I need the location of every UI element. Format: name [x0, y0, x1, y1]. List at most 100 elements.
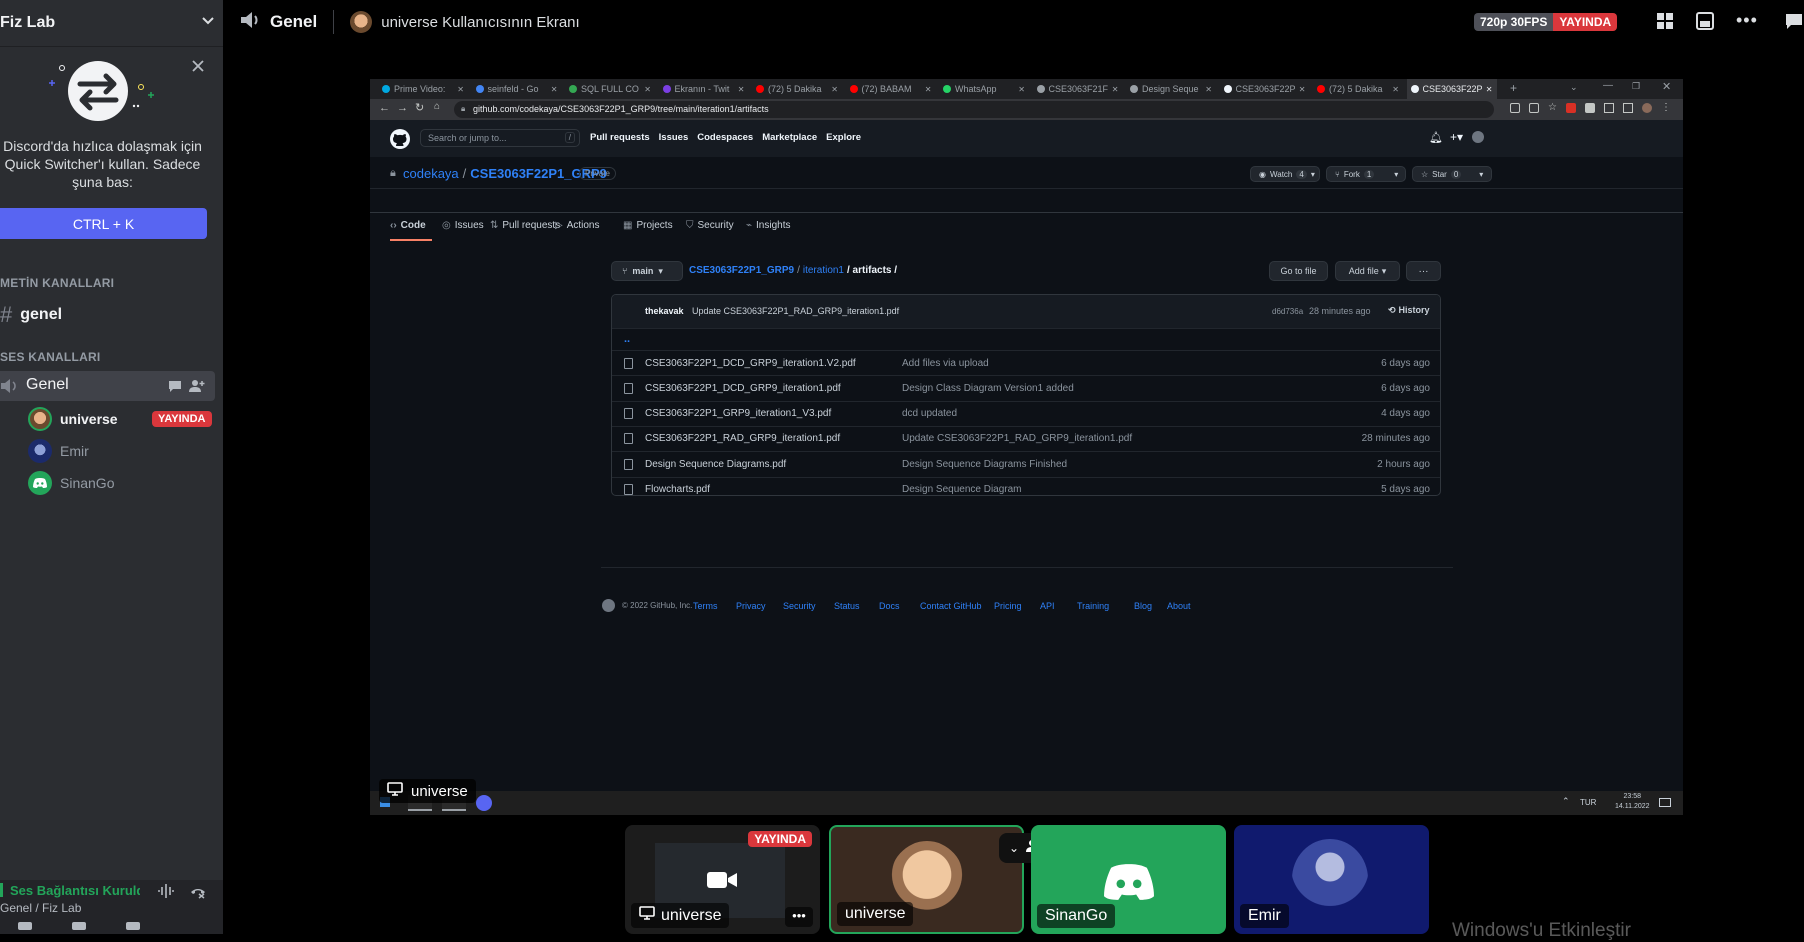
commit-author[interactable]: thekavak: [645, 306, 684, 316]
tab-close-icon[interactable]: ✕: [1112, 85, 1119, 94]
github-logo-icon[interactable]: [602, 599, 615, 612]
extension-icon[interactable]: [1510, 103, 1520, 113]
language-indicator[interactable]: TUR: [1580, 798, 1596, 807]
server-header[interactable]: Fiz Lab: [0, 0, 223, 47]
restore-icon[interactable]: ❐: [1632, 81, 1640, 92]
tab-close-icon[interactable]: ✕: [551, 85, 558, 94]
tab-close-icon[interactable]: ✕: [1392, 85, 1399, 94]
participant-tile-universe[interactable]: universe: [829, 825, 1024, 934]
voice-channels-header[interactable]: SES KANALLARI: [0, 350, 100, 364]
new-tab-icon[interactable]: +: [1510, 81, 1517, 95]
tray-chevron-icon[interactable]: ⌃: [1562, 796, 1570, 807]
tab-close-icon[interactable]: ✕: [831, 85, 838, 94]
table-row[interactable]: CSE3063F22P1_RAD_GRP9_iteration1.pdf Upda…: [612, 425, 1440, 451]
browser-tab[interactable]: SQL FULL CO ✕: [565, 79, 655, 99]
share-icon[interactable]: [1529, 103, 1539, 113]
footer-link-pricing[interactable]: Pricing: [994, 601, 1022, 611]
grid-layout-icon[interactable]: [1656, 12, 1674, 35]
browser-tab[interactable]: CSE3063F21F ✕: [1033, 79, 1123, 99]
footer-link-status[interactable]: Status: [834, 601, 860, 611]
star-button[interactable]: ☆ Star 0 ▾: [1412, 166, 1492, 182]
activity-icon[interactable]: [126, 922, 140, 930]
disconnect-icon[interactable]: [189, 883, 207, 904]
github-nav-codespaces[interactable]: Codespaces: [697, 132, 753, 143]
github-logo-icon[interactable]: [390, 129, 410, 149]
file-name[interactable]: Flowcharts.pdf: [645, 484, 710, 495]
file-name[interactable]: CSE3063F22P1_DCD_GRP9_iteration1.pdf: [645, 383, 841, 394]
table-row[interactable]: CSE3063F22P1_GRP9_iteration1_V3.pdf dcd u…: [612, 400, 1440, 426]
shared-screen[interactable]: Prime Video: ✕ seinfeld - Go ✕ SQL FULL CO ✕ E…: [370, 79, 1683, 815]
voice-member-sinango[interactable]: SinanGo: [28, 471, 114, 495]
browser-tab[interactable]: WhatsApp ✕: [939, 79, 1029, 99]
table-row[interactable]: CSE3063F22P1_DCD_GRP9_iteration1.pdf Desi…: [612, 375, 1440, 400]
clock[interactable]: 23:58 14.11.2022: [1615, 792, 1650, 812]
close-icon[interactable]: [190, 58, 206, 79]
file-commit-message[interactable]: Design Class Diagram Version1 added: [902, 383, 1074, 394]
chrome-menu-icon[interactable]: ⋮: [1661, 103, 1671, 113]
browser-tab[interactable]: (72) BABAM ✕: [846, 79, 936, 99]
table-row[interactable]: CSE3063F22P1_DCD_GRP9_iteration1.V2.pdf A…: [612, 350, 1440, 375]
side-panel-icon[interactable]: [1622, 103, 1633, 113]
github-nav-explore[interactable]: Explore: [826, 132, 861, 143]
browser-tab[interactable]: seinfeld - Go ✕: [472, 79, 562, 99]
voice-channel-genel[interactable]: Genel: [0, 371, 215, 401]
github-nav-marketplace[interactable]: Marketplace: [762, 132, 817, 143]
parent-dir-link[interactable]: ..: [624, 333, 630, 345]
file-commit-message[interactable]: Design Sequence Diagrams Finished: [902, 459, 1067, 470]
tab-insights[interactable]: ⌁ Insights: [746, 220, 791, 231]
tab-close-icon[interactable]: ✕: [644, 85, 651, 94]
create-new-icon[interactable]: +▾: [1450, 130, 1463, 144]
file-name[interactable]: CSE3063F22P1_GRP9_iteration1_V3.pdf: [645, 408, 831, 419]
tab-close-icon[interactable]: ✕: [925, 85, 932, 94]
forward-icon[interactable]: →: [397, 102, 408, 114]
tab-actions[interactable]: ▷ Actions: [555, 220, 600, 231]
file-name[interactable]: Design Sequence Diagrams.pdf: [645, 459, 786, 470]
breadcrumb-root[interactable]: CSE3063F22P1_GRP9: [689, 265, 794, 276]
profile-icon[interactable]: [1641, 103, 1652, 113]
extension-icon[interactable]: [1565, 103, 1576, 113]
footer-link-contact-github[interactable]: Contact GitHub: [920, 601, 982, 611]
github-nav-pull-requests[interactable]: Pull requests: [590, 132, 650, 143]
file-name[interactable]: CSE3063F22P1_RAD_GRP9_iteration1.pdf: [645, 433, 840, 444]
channel-genel[interactable]: # genel: [0, 302, 62, 328]
parent-dir-row[interactable]: ..: [612, 328, 1440, 350]
voice-member-universe[interactable]: universe YAYINDA: [28, 407, 212, 431]
screen-share-icon[interactable]: [72, 922, 86, 930]
discord-taskbar-icon[interactable]: [476, 795, 492, 811]
close-window-icon[interactable]: ✕: [1662, 80, 1671, 93]
footer-link-blog[interactable]: Blog: [1134, 601, 1152, 611]
tab-close-icon[interactable]: ✕: [1018, 85, 1025, 94]
tab-close-icon[interactable]: ✕: [1486, 85, 1493, 94]
commit-sha[interactable]: d6d736a: [1272, 307, 1303, 316]
github-nav-issues[interactable]: Issues: [659, 132, 689, 143]
tab-pull-requests[interactable]: ⇅ Pull requests: [490, 220, 560, 231]
browser-tab[interactable]: Design Seque ✕: [1126, 79, 1216, 99]
add-file-button[interactable]: Add file ▾: [1335, 261, 1400, 281]
reading-list-icon[interactable]: [1603, 103, 1614, 113]
noise-suppression-icon[interactable]: [157, 883, 175, 904]
notification-center-icon[interactable]: [1659, 798, 1671, 807]
file-commit-message[interactable]: Add files via upload: [902, 358, 989, 369]
footer-link-training[interactable]: Training: [1077, 601, 1109, 611]
table-row[interactable]: Design Sequence Diagrams.pdf Design Seque…: [612, 451, 1440, 476]
footer-link-api[interactable]: API: [1040, 601, 1055, 611]
tab-search-icon[interactable]: ⌄: [1570, 82, 1578, 93]
branch-selector[interactable]: ⑂ main ▾: [611, 261, 683, 281]
footer-link-docs[interactable]: Docs: [879, 601, 900, 611]
breadcrumb-dir[interactable]: iteration1: [803, 265, 844, 276]
back-icon[interactable]: ←: [379, 102, 390, 114]
browser-tab[interactable]: CSE3063F22P ✕: [1220, 79, 1310, 99]
browser-tab[interactable]: Prime Video: ✕: [378, 79, 468, 99]
browser-tab[interactable]: CSE3063F22P ✕: [1406, 79, 1497, 99]
browser-tab[interactable]: Ekranın - Twit ✕: [659, 79, 749, 99]
voice-member-emir[interactable]: Emir: [28, 439, 89, 463]
participant-tile-universe-stream[interactable]: YAYINDA universe •••: [625, 825, 820, 934]
participant-tile-emir[interactable]: Emir: [1234, 825, 1429, 934]
tab-security[interactable]: ⛉ Security: [686, 220, 734, 231]
browser-tab[interactable]: (72) 5 Dakika ✕: [752, 79, 842, 99]
bookmark-star-icon[interactable]: ☆: [1548, 103, 1557, 113]
tab-projects[interactable]: ▦ Projects: [623, 220, 673, 231]
more-options-icon[interactable]: •••: [1736, 10, 1758, 31]
footer-link-about[interactable]: About: [1167, 601, 1191, 611]
chevron-down-icon[interactable]: ⌄: [1009, 841, 1019, 855]
